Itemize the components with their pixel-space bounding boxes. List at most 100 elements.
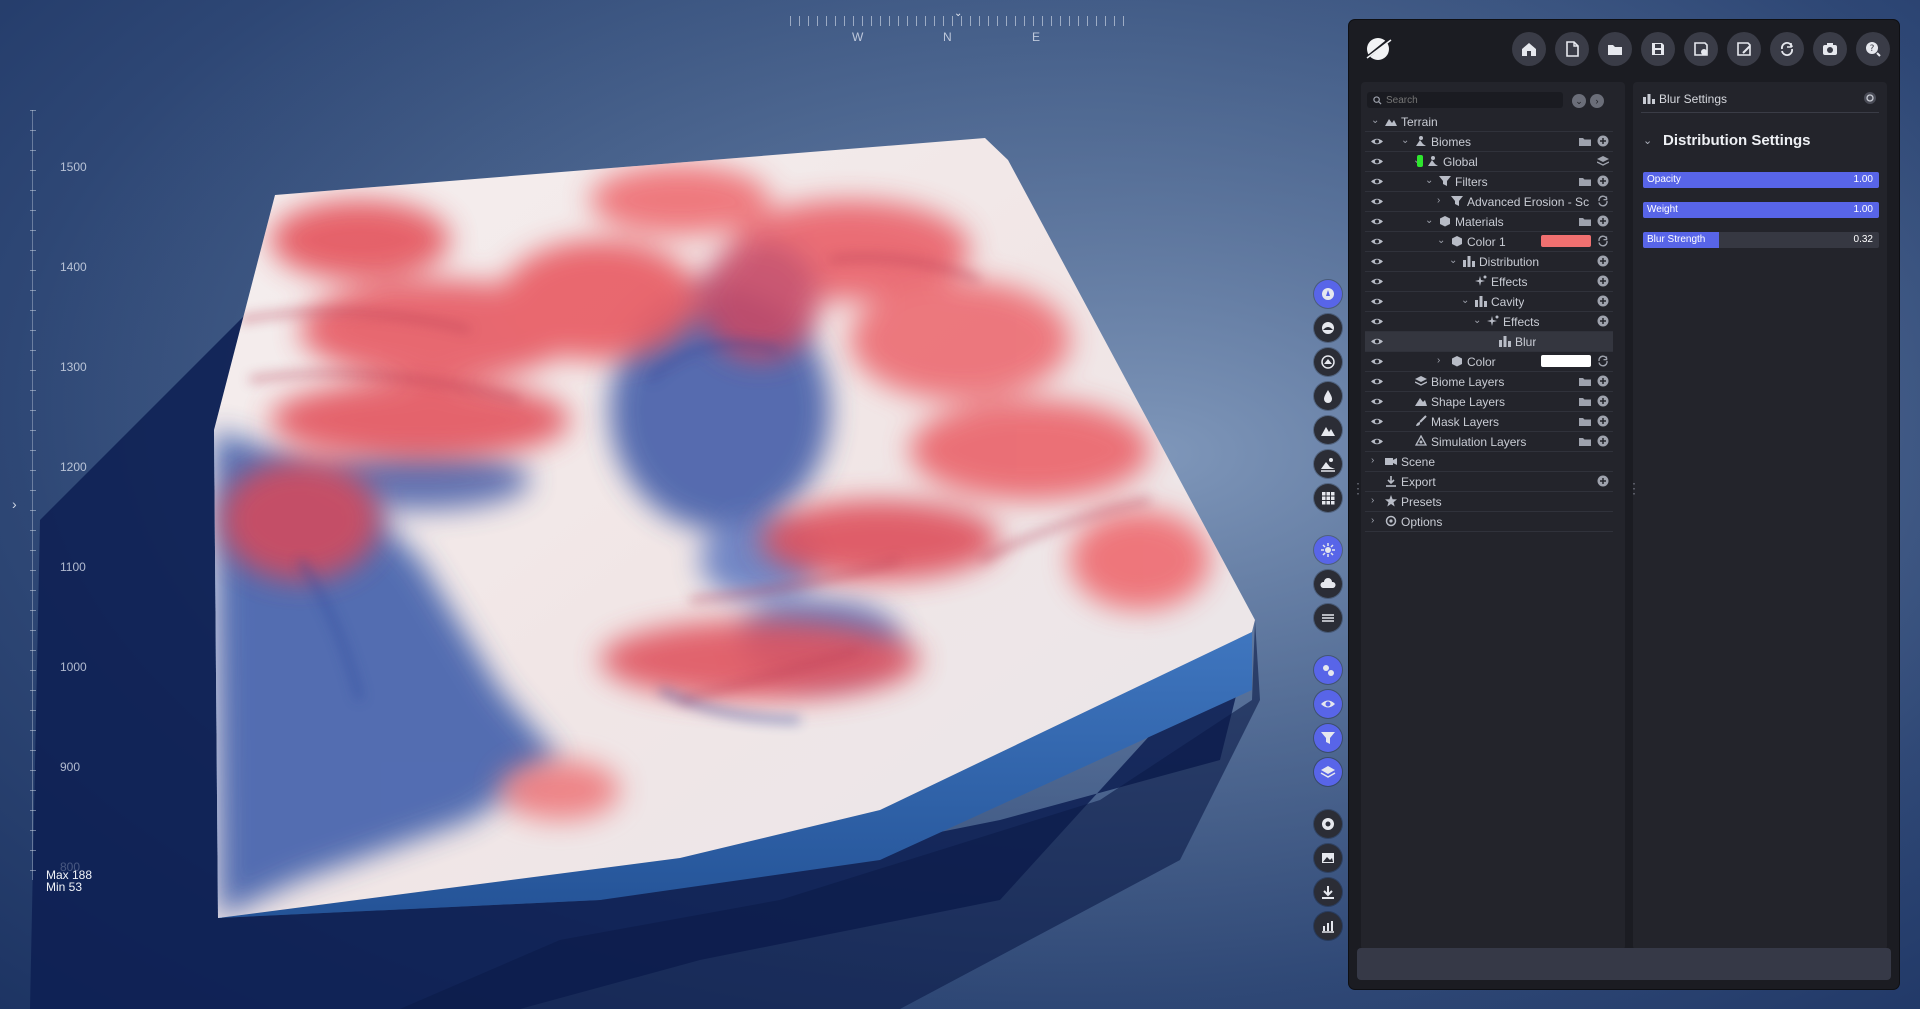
toolbar-image-button[interactable] bbox=[1314, 844, 1342, 872]
toolbar-sun-button[interactable] bbox=[1314, 536, 1342, 564]
toolbar-landscape-button[interactable] bbox=[1314, 450, 1342, 478]
toolbar-layers-button[interactable] bbox=[1314, 758, 1342, 786]
open-folder-button[interactable] bbox=[1598, 32, 1632, 66]
toolbar-grid-button[interactable] bbox=[1314, 484, 1342, 512]
help-button[interactable]: ? bbox=[1856, 32, 1890, 66]
color-swatch[interactable] bbox=[1541, 235, 1591, 247]
chevron-down-icon[interactable]: ⌄ bbox=[1643, 134, 1652, 147]
blur-strength-slider[interactable]: Blur Strength 0.32 bbox=[1643, 232, 1879, 248]
folder-icon[interactable] bbox=[1579, 135, 1591, 147]
tree-row[interactable]: Biome Layers bbox=[1365, 372, 1613, 392]
visibility-eye-icon[interactable] bbox=[1371, 296, 1383, 307]
chevron-down-icon[interactable]: ⌄ bbox=[1461, 295, 1469, 306]
settings-gear-icon[interactable] bbox=[1863, 91, 1877, 105]
toolbar-filter-button[interactable] bbox=[1314, 724, 1342, 752]
section-title[interactable]: Distribution Settings bbox=[1663, 132, 1811, 149]
visibility-eye-icon[interactable] bbox=[1371, 316, 1383, 327]
tree-row[interactable]: › Options bbox=[1365, 512, 1613, 532]
expand-all-icon[interactable]: › bbox=[1590, 94, 1604, 108]
chevron-down-icon[interactable]: ⌄ bbox=[1437, 235, 1445, 246]
tree-row[interactable]: › Presets bbox=[1365, 492, 1613, 512]
chevron-right-icon[interactable]: › bbox=[1371, 515, 1374, 526]
chevron-down-icon[interactable]: ⌄ bbox=[1401, 135, 1409, 146]
save-as-button[interactable] bbox=[1727, 32, 1761, 66]
home-button[interactable] bbox=[1512, 32, 1546, 66]
visibility-eye-icon[interactable] bbox=[1371, 416, 1383, 427]
toolbar-record-button[interactable] bbox=[1314, 810, 1342, 838]
visibility-eye-icon[interactable] bbox=[1371, 396, 1383, 407]
chevron-down-icon[interactable]: ⌄ bbox=[1425, 175, 1433, 186]
chevron-down-icon[interactable]: ⌄ bbox=[1425, 215, 1433, 226]
visibility-eye-icon[interactable] bbox=[1371, 216, 1383, 227]
chevron-down-icon[interactable]: ⌄ bbox=[1371, 115, 1379, 126]
tree-row[interactable]: Mask Layers bbox=[1365, 412, 1613, 432]
visibility-eye-icon[interactable] bbox=[1371, 256, 1383, 267]
visibility-eye-icon[interactable] bbox=[1371, 336, 1383, 347]
toolbar-download-button[interactable] bbox=[1314, 878, 1342, 906]
folder-icon[interactable] bbox=[1579, 175, 1591, 187]
add-icon[interactable] bbox=[1597, 435, 1609, 447]
add-icon[interactable] bbox=[1597, 295, 1609, 307]
camera-button[interactable] bbox=[1813, 32, 1847, 66]
tree-row[interactable]: ⌄ Biomes bbox=[1365, 132, 1613, 152]
visibility-eye-icon[interactable] bbox=[1371, 196, 1383, 207]
layers-icon[interactable] bbox=[1597, 155, 1609, 167]
tree-row[interactable]: ⌄ Color 1 bbox=[1365, 232, 1613, 252]
sync-icon[interactable] bbox=[1597, 195, 1609, 207]
toolbar-mountain-button[interactable] bbox=[1314, 416, 1342, 444]
visibility-eye-icon[interactable] bbox=[1371, 236, 1383, 247]
toolbar-water-drop-button[interactable] bbox=[1314, 382, 1342, 410]
visibility-eye-icon[interactable] bbox=[1371, 176, 1383, 187]
tree-row[interactable]: Effects bbox=[1365, 272, 1613, 292]
toolbar-sculpt-button[interactable] bbox=[1314, 314, 1342, 342]
folder-icon[interactable] bbox=[1579, 435, 1591, 447]
toolbar-render-settings-button[interactable] bbox=[1314, 656, 1342, 684]
toolbar-cursor-button[interactable] bbox=[1314, 280, 1342, 308]
refresh-button[interactable] bbox=[1770, 32, 1804, 66]
resize-handle-left[interactable]: ⋮ bbox=[1351, 480, 1365, 497]
save-button[interactable] bbox=[1641, 32, 1675, 66]
tree-row[interactable]: Blur bbox=[1365, 332, 1613, 352]
toolbar-cloud-button[interactable] bbox=[1314, 570, 1342, 598]
tree-row[interactable]: Export bbox=[1365, 472, 1613, 492]
status-bar[interactable] bbox=[1357, 948, 1891, 980]
add-icon[interactable] bbox=[1597, 395, 1609, 407]
add-icon[interactable] bbox=[1597, 375, 1609, 387]
add-icon[interactable] bbox=[1597, 175, 1609, 187]
tree-row[interactable]: › Scene bbox=[1365, 452, 1613, 472]
weight-slider[interactable]: Weight 1.00 bbox=[1643, 202, 1879, 218]
tree-row[interactable]: › Color bbox=[1365, 352, 1613, 372]
chevron-right-icon[interactable]: › bbox=[1437, 355, 1440, 366]
tree-row[interactable]: ⌄ Terrain bbox=[1365, 112, 1613, 132]
color-swatch[interactable] bbox=[1541, 355, 1591, 367]
tree-row[interactable]: Shape Layers bbox=[1365, 392, 1613, 412]
visibility-eye-icon[interactable] bbox=[1371, 376, 1383, 387]
sync-icon[interactable] bbox=[1597, 235, 1609, 247]
folder-icon[interactable] bbox=[1579, 375, 1591, 387]
folder-icon[interactable] bbox=[1579, 215, 1591, 227]
toolbar-chart-button[interactable] bbox=[1314, 912, 1342, 940]
save-settings-button[interactable] bbox=[1684, 32, 1718, 66]
visibility-eye-icon[interactable] bbox=[1371, 436, 1383, 447]
tree-row[interactable]: ⌄ Filters bbox=[1365, 172, 1613, 192]
visibility-eye-icon[interactable] bbox=[1371, 136, 1383, 147]
toolbar-fog-button[interactable] bbox=[1314, 604, 1342, 632]
collapse-all-icon[interactable]: ⌄ bbox=[1572, 94, 1586, 108]
add-icon[interactable] bbox=[1597, 415, 1609, 427]
tree-row[interactable]: › Advanced Erosion - Sc bbox=[1365, 192, 1613, 212]
add-icon[interactable] bbox=[1597, 315, 1609, 327]
sync-icon[interactable] bbox=[1597, 355, 1609, 367]
tree-row[interactable]: ⌄ Effects bbox=[1365, 312, 1613, 332]
expand-left-panel-icon[interactable]: › bbox=[12, 496, 17, 512]
folder-icon[interactable] bbox=[1579, 415, 1591, 427]
add-icon[interactable] bbox=[1597, 255, 1609, 267]
visibility-eye-icon[interactable] bbox=[1371, 356, 1383, 367]
add-icon[interactable] bbox=[1597, 475, 1609, 487]
opacity-slider[interactable]: Opacity 1.00 bbox=[1643, 172, 1879, 188]
chevron-down-icon[interactable]: ⌄ bbox=[1449, 255, 1457, 266]
search-input[interactable] bbox=[1382, 94, 1556, 106]
tree-search[interactable] bbox=[1367, 92, 1563, 108]
add-icon[interactable] bbox=[1597, 135, 1609, 147]
new-file-button[interactable] bbox=[1555, 32, 1589, 66]
visibility-eye-icon[interactable] bbox=[1371, 276, 1383, 287]
